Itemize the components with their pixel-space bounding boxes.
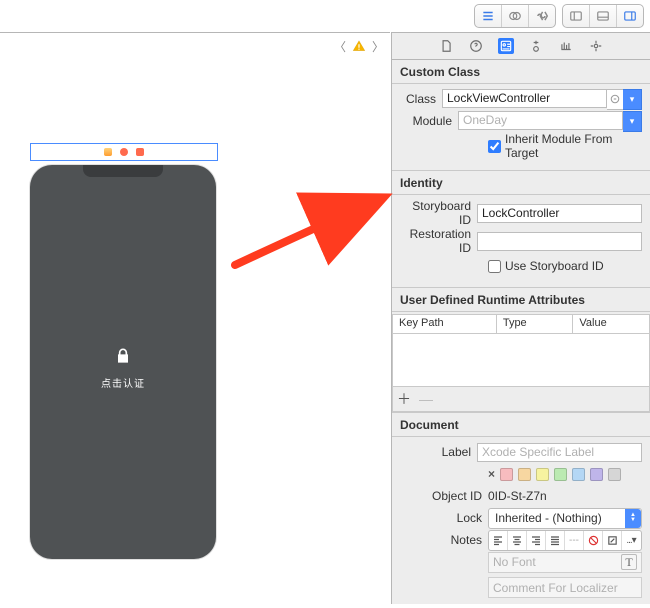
warning-icon[interactable] [352,39,366,53]
file-inspector-icon[interactable] [438,38,454,54]
inspector-tabs[interactable] [392,33,650,60]
runtime-attrs-body[interactable] [392,334,650,387]
restoration-id-field[interactable] [477,232,642,251]
box-icon[interactable] [603,531,622,550]
panels-seg[interactable] [562,4,644,28]
storyboard-ref-icon[interactable] [136,148,144,156]
size-inspector-icon[interactable] [558,38,574,54]
class-field[interactable] [442,89,607,108]
localizer-comment-field[interactable]: Comment For Localizer [488,577,642,598]
label-swatches: × [488,467,642,481]
add-attr-button[interactable]: ＋ [397,389,411,409]
object-id-value: 0ID-St-Z7n [488,489,642,503]
font-picker-icon[interactable]: T [621,554,637,570]
runtime-attrs-table: Key Path Type Value ＋ — [392,314,650,412]
runtime-attrs-header: User Defined Runtime Attributes [392,287,650,312]
assistant-rings-icon[interactable] [502,5,529,27]
device-content: 点击认证 [30,346,216,390]
col-value[interactable]: Value [573,315,649,333]
inherit-module-checkbox[interactable] [488,140,501,153]
connections-inspector-icon[interactable] [588,38,604,54]
left-panel-icon[interactable] [563,5,590,27]
use-storyboard-id-checkbox[interactable] [488,260,501,273]
identity-header: Identity [392,170,650,195]
stop-icon[interactable] [584,531,603,550]
use-storyboard-id-label: Use Storyboard ID [505,259,604,273]
device-caption: 点击认证 [101,375,145,390]
lock-select[interactable]: Inherited - (Nothing) ▲▼ [488,508,642,529]
device-preview[interactable]: 点击认证 [30,165,216,559]
class-label: Class [400,92,436,106]
document-body: Label × Object ID 0ID-St-Z7n Lock Inhe [392,437,650,608]
clear-icon[interactable] [607,89,623,110]
align-justify-icon[interactable] [546,531,565,550]
sep-icon: --- [565,531,584,550]
assistant-seg[interactable] [474,4,556,28]
chevron-right-icon[interactable]: 〉 [372,38,384,55]
assistant-icon[interactable] [475,5,502,27]
document-header: Document [392,412,650,437]
class-dropdown-icon[interactable]: ▾ [623,89,642,110]
align-right-icon[interactable] [527,531,546,550]
restoration-id-label: Restoration ID [400,227,471,255]
module-label: Module [400,114,452,128]
chevron-left-icon[interactable]: 〈 [334,38,346,55]
module-field[interactable] [458,111,623,130]
top-toolbar [474,4,644,28]
lock-select-value: Inherited - (Nothing) [495,511,602,525]
notes-formatting-seg[interactable]: --- ...▾ [488,530,642,551]
attributes-inspector-icon[interactable] [528,38,544,54]
module-dropdown-icon[interactable]: ▾ [623,111,642,132]
swatch-blue[interactable] [572,468,585,481]
remove-attr-button[interactable]: — [419,391,433,407]
swatch-red[interactable] [500,468,513,481]
identity-body: Storyboard ID Restoration ID Use Storybo… [392,195,650,287]
identity-inspector-icon[interactable] [498,38,514,54]
font-field[interactable]: No Font T [488,552,642,573]
scene-dock[interactable] [30,143,218,161]
assistant-arrow-icon[interactable] [529,5,555,27]
storyboard-canvas[interactable]: 点击认证 [0,59,390,604]
lock-label: Lock [400,511,482,525]
object-id-label: Object ID [400,489,482,503]
swatch-green[interactable] [554,468,567,481]
more-icon[interactable]: ...▾ [622,531,640,550]
swatch-none-icon[interactable]: × [488,467,495,481]
storyboard-id-label: Storyboard ID [400,199,471,227]
font-placeholder: No Font [493,555,536,569]
swatch-yellow[interactable] [536,468,549,481]
custom-class-header: Custom Class [392,60,650,84]
align-left-icon[interactable] [489,531,508,550]
exit-icon[interactable] [120,148,128,156]
right-panel-icon[interactable] [617,5,643,27]
col-keypath[interactable]: Key Path [393,315,497,333]
help-inspector-icon[interactable] [468,38,484,54]
align-center-icon[interactable] [508,531,527,550]
lock-icon [113,346,133,369]
chevron-updown-icon: ▲▼ [625,509,641,528]
swatch-purple[interactable] [590,468,603,481]
bottom-panel-icon[interactable] [590,5,617,27]
inspector-panel: Custom Class Class ▾ Module ▾ Inherit [391,32,650,604]
notes-label: Notes [400,533,482,547]
editor-navbar: 〈 〉 [0,32,390,60]
device-notch [83,165,163,177]
first-responder-icon[interactable] [104,148,112,156]
doc-label-field[interactable] [477,443,642,462]
swatch-orange[interactable] [518,468,531,481]
storyboard-id-field[interactable] [477,204,642,223]
doc-label-label: Label [400,445,471,459]
localizer-placeholder: Comment For Localizer [493,581,618,595]
swatch-gray[interactable] [608,468,621,481]
inherit-module-label: Inherit Module From Target [505,132,642,160]
col-type[interactable]: Type [497,315,574,333]
custom-class-body: Class ▾ Module ▾ Inherit Module From Tar… [392,84,650,170]
